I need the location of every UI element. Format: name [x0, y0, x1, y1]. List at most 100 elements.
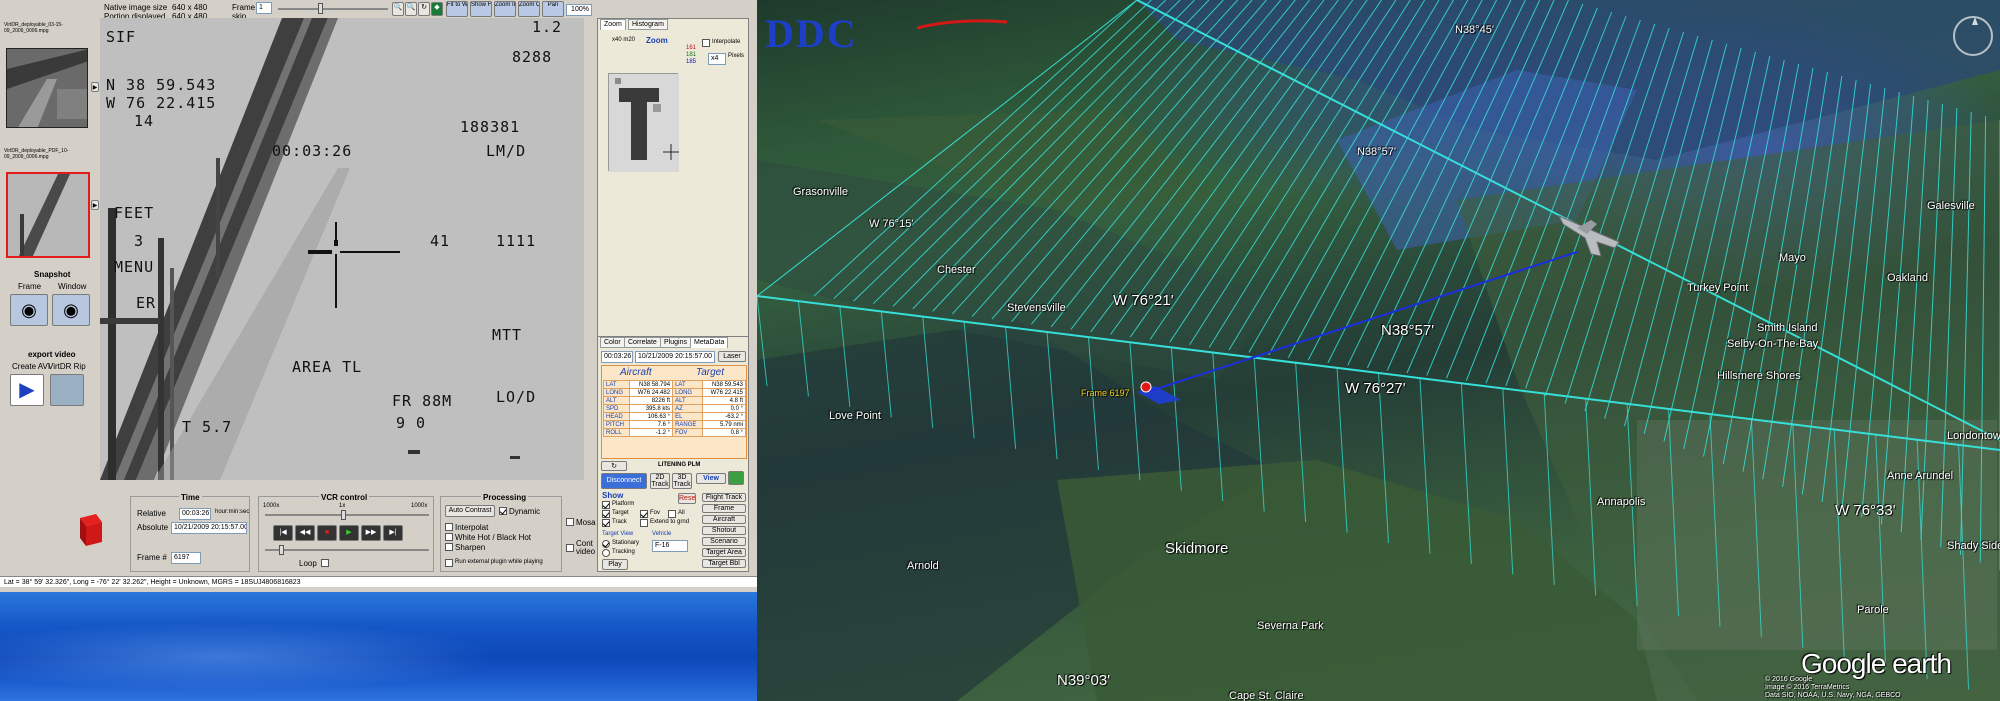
laser-button[interactable]: Laser [718, 351, 746, 362]
tab-zoom[interactable]: Zoom [600, 19, 626, 30]
unsend-button[interactable]: ↻ [601, 461, 627, 471]
tab-correlate[interactable]: Correlate [624, 337, 661, 348]
fov-skirt-line [757, 295, 768, 387]
camera-frame-icon[interactable]: ◉ [10, 294, 48, 326]
camera-window-icon[interactable]: ◉ [52, 294, 90, 326]
compass-icon[interactable] [1953, 16, 1993, 56]
skip-field[interactable]: 1 [256, 2, 272, 14]
help-book-icon[interactable] [78, 512, 104, 548]
relative-field[interactable]: 00:03:26 [179, 508, 211, 520]
flight-track-button[interactable]: Flight Track [702, 493, 746, 502]
cont-video-checkbox[interactable] [566, 544, 574, 552]
interpolate-label: Interpolate [712, 39, 741, 45]
view-button[interactable]: View [696, 473, 726, 484]
fov-skirt-line [1046, 331, 1058, 460]
fov-curtain-line [1782, 75, 1843, 487]
tab-histogram[interactable]: Histogram [628, 19, 668, 30]
stationary-radio[interactable] [602, 540, 610, 548]
frame-skip-slider[interactable] [278, 8, 388, 10]
target-area-button[interactable]: Target Area [702, 548, 746, 557]
shotout-button[interactable]: Shotout [702, 526, 746, 535]
osd-er: ER [136, 294, 157, 312]
mosaic-checkbox[interactable] [566, 518, 574, 526]
track-3d-sublabel: Track [673, 481, 691, 488]
show-platform-checkbox[interactable] [602, 501, 610, 509]
target-bbl-button[interactable]: Target Bbl [702, 559, 746, 568]
stop-icon[interactable]: ■ [317, 525, 337, 541]
tab-plugins[interactable]: Plugins [660, 337, 691, 348]
show-fov-checkbox[interactable] [640, 510, 648, 518]
skip-forward-icon[interactable]: ▶| [383, 525, 403, 541]
fov-skirt-line [1170, 347, 1182, 491]
fit-window-button[interactable]: Fit to Window [446, 1, 468, 17]
skip-back-icon[interactable]: |◀ [273, 525, 293, 541]
globe-icon[interactable]: ◆ [431, 2, 443, 16]
fov-skirt-line [963, 321, 975, 439]
speed-slider[interactable] [265, 514, 429, 516]
run-plugin-checkbox[interactable] [445, 559, 453, 567]
pan-button[interactable]: Pan [542, 1, 564, 17]
frame-skip-slider-thumb[interactable] [318, 3, 323, 14]
video-frame[interactable]: SIF N 38 59.543 W 76 22.415 14 00:03:26 … [100, 18, 584, 480]
rotate-icon[interactable]: ↻ [418, 2, 430, 16]
map-label: Annapolis [1597, 496, 1646, 508]
scenario-button[interactable]: Scenario [702, 537, 746, 546]
position-slider-thumb[interactable] [279, 545, 284, 555]
zoom-in-icon[interactable]: 🔍 [392, 2, 404, 16]
absolute-field[interactable]: 10/21/2009 20:15:57.00 [171, 522, 247, 534]
tab-metadata[interactable]: MetaData [690, 337, 729, 348]
fov-curtain-line [1031, 0, 1296, 325]
interpolat-checkbox[interactable] [445, 523, 453, 531]
show-all-checkbox[interactable] [668, 510, 676, 518]
aircraft-button[interactable]: Aircraft [702, 515, 746, 524]
thumbnail-1-arrow-icon[interactable]: ▶ [91, 82, 99, 92]
tracking-radio[interactable] [602, 549, 610, 557]
run-plugin-label: Run external plugin while playing [455, 559, 543, 565]
tab-color[interactable]: Color [600, 337, 625, 348]
globe-view-icon[interactable] [728, 471, 744, 485]
google-earth-view[interactable]: DDC N38°45' N38°57' W 76°15' W 76°21' N38°57… [757, 0, 2000, 701]
disconnect-button[interactable]: Disconnect [601, 473, 647, 489]
show-track-checkbox[interactable] [602, 519, 610, 527]
aircraft-icon[interactable] [1557, 212, 1621, 258]
speed-slider-thumb[interactable] [341, 510, 346, 520]
white-hot-checkbox[interactable] [445, 533, 453, 541]
track-2d-button[interactable]: 2D Track [650, 473, 670, 489]
vehicle-select[interactable]: F-16 [652, 540, 688, 552]
create-avi-icon[interactable]: ▶ [10, 374, 44, 406]
loop-checkbox[interactable] [321, 559, 329, 567]
zoom-val-3: 185 [686, 59, 697, 65]
zoom-in-button[interactable]: Zoom In [494, 1, 516, 17]
map-label: Chester [937, 264, 976, 276]
play-button[interactable]: Play [602, 559, 628, 570]
zoom-out-icon[interactable]: 🔍 [405, 2, 417, 16]
frame-button[interactable]: Frame [702, 504, 746, 513]
show-target-checkbox[interactable] [602, 510, 610, 518]
fov-curtain-line [1307, 0, 1498, 361]
interpolate-checkbox[interactable] [702, 39, 710, 47]
show-full-button[interactable]: Show Full [470, 1, 492, 17]
vcr-min-speed: 1000x [263, 503, 280, 509]
play-icon[interactable]: ▶ [339, 525, 359, 541]
reset-button[interactable]: Reset [678, 493, 696, 504]
video-thumbnail-2[interactable] [6, 172, 90, 258]
zoom-out-button[interactable]: Zoom Out [518, 1, 540, 17]
position-slider[interactable] [265, 549, 429, 551]
auto-contrast-button[interactable]: Auto Contrast [445, 505, 495, 517]
extend-checkbox[interactable] [640, 519, 648, 527]
map-label: W 76°27' [1345, 380, 1406, 397]
fast-forward-icon[interactable]: ▶▶ [361, 525, 381, 541]
kml-rip-icon[interactable] [50, 374, 84, 406]
track-3d-button[interactable]: 3D Track [672, 473, 692, 489]
thumbnail-2-arrow-icon[interactable]: ▶ [91, 200, 99, 210]
zoom-percent-field[interactable]: 100% [566, 4, 592, 16]
sharpen-checkbox[interactable] [445, 543, 453, 551]
zoom-factor-field[interactable]: x4 [708, 53, 726, 65]
dynamic-checkbox[interactable] [499, 507, 507, 515]
frame-number-field[interactable]: 6197 [171, 552, 201, 564]
fov-curtain-line [1821, 83, 1872, 502]
osd-latitude: N 38 59.543 [106, 76, 217, 94]
video-thumbnail-1[interactable] [6, 48, 88, 128]
rewind-icon[interactable]: ◀◀ [295, 525, 315, 541]
target-placemark-icon[interactable] [1137, 380, 1155, 394]
